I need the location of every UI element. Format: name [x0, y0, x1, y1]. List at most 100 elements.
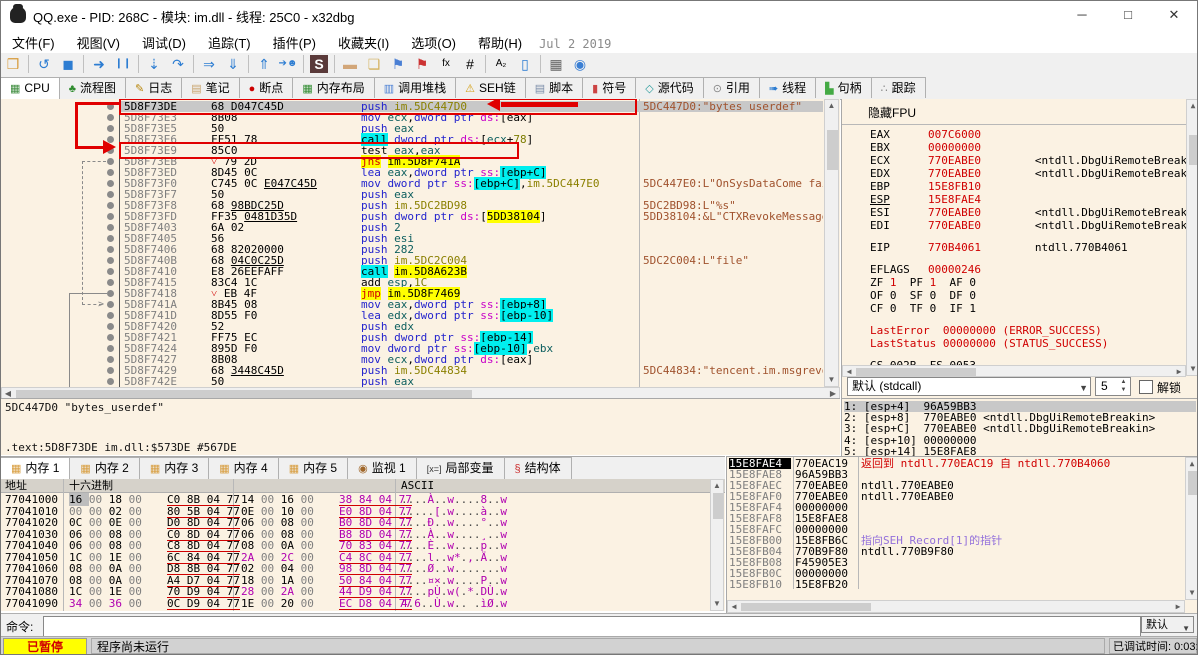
stack-vscrollbar[interactable]: ▲ ▼: [1185, 457, 1197, 600]
menu-item-0[interactable]: 文件(F): [1, 29, 66, 56]
disassembly-panel[interactable]: 5D8F73DE 68 D047C45D push im.5DC447D0 5DC44…: [1, 99, 840, 387]
breakpoint-dot[interactable]: [107, 191, 114, 198]
bookmarks-icon[interactable]: ⚑: [410, 53, 434, 75]
argument-row[interactable]: 4: [esp+10] 00000000: [844, 435, 1196, 446]
calling-convention-select[interactable]: 默认 (stdcall) ▼: [847, 377, 1091, 396]
breakpoint-dot[interactable]: [107, 378, 114, 385]
maximize-button[interactable]: □: [1105, 1, 1151, 29]
tab-内存 5[interactable]: ▦ 内存 5: [277, 457, 349, 479]
menu-item-7[interactable]: 帮助(H): [467, 29, 533, 56]
tab-符号[interactable]: ▮ 符号: [582, 77, 637, 98]
run-icon[interactable]: ➜: [87, 53, 111, 75]
tab-调用堆栈[interactable]: ▥ 调用堆栈: [373, 77, 457, 98]
hash-icon[interactable]: #: [458, 53, 482, 75]
tab-线程[interactable]: ➠ 线程: [758, 77, 817, 98]
tab-脚本[interactable]: ▤ 脚本: [524, 77, 584, 98]
tab-SEH链[interactable]: ⚠ SEH链: [455, 77, 526, 98]
tab-内存 3[interactable]: ▦ 内存 3: [138, 457, 210, 479]
run-to-cursor-icon[interactable]: ⇒: [197, 53, 221, 75]
step-out-icon[interactable]: ⇓: [221, 53, 245, 75]
tab-笔记[interactable]: ▤ 笔记: [181, 77, 240, 98]
stack-hscrollbar[interactable]: ◀ ▶: [727, 600, 1185, 613]
step-into-icon[interactable]: ⇣: [142, 53, 166, 75]
unlock-checkbox[interactable]: [1139, 380, 1153, 394]
stack-row[interactable]: 15E8FB10 15E8FB20: [727, 579, 1197, 590]
breakpoint-dot[interactable]: [107, 246, 114, 253]
command-profile-select[interactable]: 默认 ▼: [1141, 616, 1194, 633]
tab-内存布局[interactable]: ▦ 内存布局: [292, 77, 375, 98]
memory-dump-panel[interactable]: 地址 十六进制 ASCII 77041000 16 00 18 00 C0 8B 0…: [1, 479, 725, 611]
breakpoint-dot[interactable]: [107, 301, 114, 308]
tab-引用[interactable]: ⊙ 引用: [702, 77, 760, 98]
modules-icon[interactable]: ▯: [513, 53, 537, 75]
arg-count-stepper[interactable]: 5 ▲ ▼: [1095, 377, 1131, 396]
step-over-icon[interactable]: ↷: [166, 53, 190, 75]
stop-icon[interactable]: ◼: [56, 53, 80, 75]
restart-icon[interactable]: ↺: [32, 53, 56, 75]
breakpoint-dot[interactable]: [107, 169, 114, 176]
patches-icon[interactable]: ▬: [338, 53, 362, 75]
tab-内存 2[interactable]: ▦ 内存 2: [69, 457, 140, 479]
dump-vscrollbar[interactable]: ▲ ▼: [710, 479, 724, 611]
breakpoint-dot[interactable]: [107, 235, 114, 242]
dump-row[interactable]: 77041090 34 00 36 00 0C D9 04 77 1E 00 20 0…: [1, 598, 725, 610]
menu-item-2[interactable]: 调试(D): [131, 29, 197, 56]
breakpoint-dot[interactable]: [107, 180, 114, 187]
breakpoint-dot[interactable]: [107, 158, 114, 165]
breakpoint-dot[interactable]: [107, 323, 114, 330]
tab-跟踪[interactable]: ∴ 跟踪: [870, 77, 926, 98]
command-input[interactable]: [43, 616, 1141, 637]
menu-item-6[interactable]: 选项(O): [400, 29, 467, 56]
open-file-icon[interactable]: ❒: [1, 53, 25, 75]
breakpoint-dot[interactable]: [107, 257, 114, 264]
breakpoints-icon[interactable]: S: [310, 55, 328, 73]
breakpoint-dot[interactable]: [107, 213, 114, 220]
comments-icon[interactable]: ❏: [362, 53, 386, 75]
breakpoint-dot[interactable]: [107, 367, 114, 374]
stack-panel[interactable]: 15E8FAE4 770EAC19 返回到 ntdll.770EAC19 自 ntd…: [726, 456, 1197, 613]
tab-监视 1[interactable]: ◉ 监视 1: [347, 457, 417, 479]
menu-item-1[interactable]: 视图(V): [66, 29, 131, 56]
calculator-icon[interactable]: ▦: [544, 53, 568, 75]
menu-item-3[interactable]: 追踪(T): [197, 29, 262, 56]
breakpoint-dot[interactable]: [107, 125, 114, 132]
stepper-arrows-icon[interactable]: ▲ ▼: [1118, 378, 1129, 395]
execute-till-return-icon[interactable]: ⇑: [252, 53, 276, 75]
functions-icon[interactable]: fx: [434, 53, 458, 75]
tab-局部变量[interactable]: [x=] 局部变量: [415, 457, 505, 479]
labels-icon[interactable]: ⚑: [386, 53, 410, 75]
tab-流程图[interactable]: ♣ 流程图: [58, 77, 126, 98]
breakpoint-dot[interactable]: [107, 224, 114, 231]
breakpoint-dot[interactable]: [107, 202, 114, 209]
menu-item-5[interactable]: 收藏夹(I): [327, 29, 400, 56]
run-to-user-code-icon[interactable]: ➔☻: [276, 53, 300, 75]
breakpoint-dot[interactable]: [107, 279, 114, 286]
tab-断点[interactable]: ● 断点: [238, 77, 294, 98]
tab-结构体[interactable]: § 结构体: [503, 457, 572, 479]
disasm-vscrollbar[interactable]: ▲ ▼: [824, 99, 839, 387]
menu-item-4[interactable]: 插件(P): [262, 29, 327, 56]
argument-row[interactable]: 3: [esp+C] 770EABE0 <ntdll.DbgUiRemoteBr…: [844, 423, 1196, 434]
tab-日志[interactable]: ✎ 日志: [124, 77, 183, 98]
breakpoint-dot[interactable]: [107, 345, 114, 352]
breakpoint-dot[interactable]: [107, 268, 114, 275]
breakpoint-dot[interactable]: [107, 312, 114, 319]
arguments-panel[interactable]: 1: [esp+4] 96A59BB3 2: [esp+8] 770EABE0 <…: [841, 398, 1197, 457]
breakpoint-dot[interactable]: [107, 290, 114, 297]
breakpoint-dot[interactable]: [107, 356, 114, 363]
tab-源代码[interactable]: ◇ 源代码: [635, 77, 704, 98]
tab-内存 4[interactable]: ▦ 内存 4: [208, 457, 279, 479]
breakpoint-dot[interactable]: [107, 114, 114, 121]
internet-icon[interactable]: ◉: [568, 53, 592, 75]
tab-内存 1[interactable]: ▦ 内存 1: [1, 457, 71, 480]
close-button[interactable]: ✕: [1151, 1, 1197, 29]
pause-icon[interactable]: ❙❙: [111, 53, 135, 75]
hide-fpu-button[interactable]: 隐藏FPU: [868, 104, 916, 121]
minimize-button[interactable]: ─: [1059, 1, 1105, 29]
disasm-row[interactable]: 5D8F742E 50 push eax: [1, 376, 840, 387]
tab-句柄[interactable]: ▙ 句柄: [815, 77, 872, 98]
registers-hscrollbar[interactable]: ◀ ▶: [842, 365, 1186, 377]
tab-CPU[interactable]: ▦ CPU: [1, 77, 60, 99]
breakpoint-dot[interactable]: [107, 334, 114, 341]
registers-vscrollbar[interactable]: ▲ ▼: [1186, 99, 1197, 376]
